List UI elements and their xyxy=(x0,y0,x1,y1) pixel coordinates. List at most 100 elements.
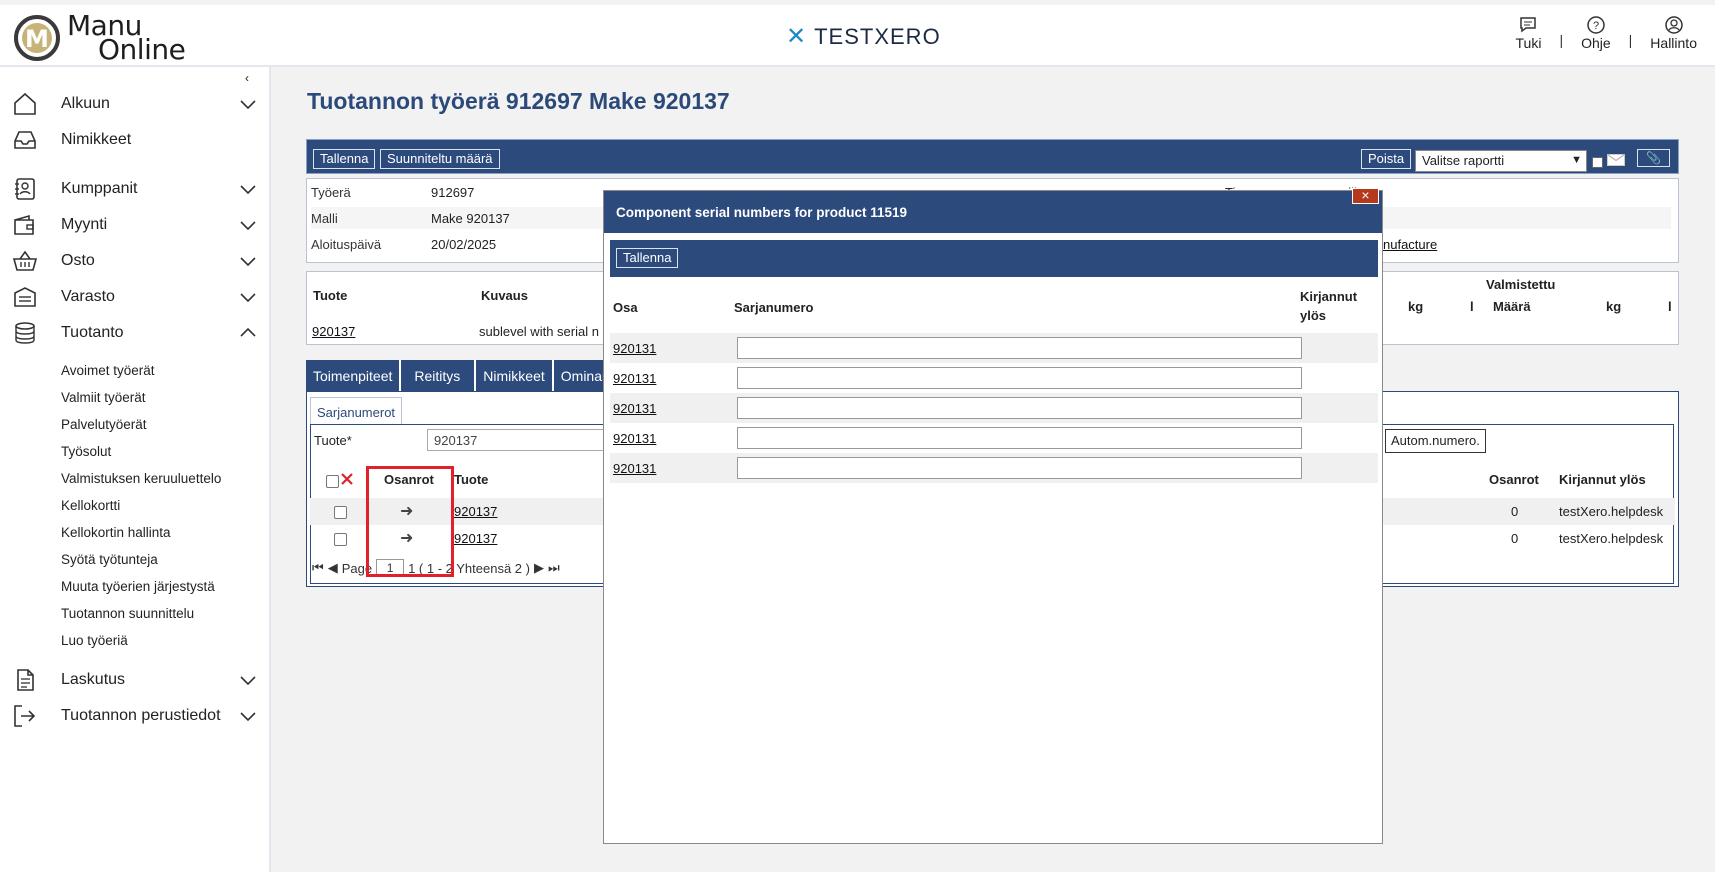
column-header: kg xyxy=(1606,299,1622,314)
product-link[interactable]: 920137 xyxy=(454,504,497,519)
top-header: M Manu Online ✕ TESTXERO Tuki | ? Ohje |… xyxy=(0,5,1715,67)
part-link[interactable]: 920131 xyxy=(613,341,656,356)
first-page-icon[interactable]: ⏮ xyxy=(312,560,324,576)
sidebar-item-varasto[interactable]: Varasto xyxy=(0,282,271,312)
sidebar-subitem[interactable]: Työsolut xyxy=(61,444,111,459)
sidebar-item-alkuun[interactable]: Alkuun xyxy=(0,89,271,119)
brand-name: TESTXERO xyxy=(814,23,941,49)
close-icon[interactable]: × xyxy=(1352,188,1379,204)
warehouse-icon xyxy=(14,287,36,307)
select-all-checkbox[interactable] xyxy=(326,475,339,488)
sidebar-item-label: Varasto xyxy=(61,288,115,305)
tab-sarjanumerot[interactable]: Sarjanumerot xyxy=(310,397,403,425)
sidebar-item-tuotanto[interactable]: Tuotanto xyxy=(0,318,271,348)
chevron-down-icon[interactable] xyxy=(238,251,258,271)
info-key: Malli xyxy=(311,211,338,226)
sidebar-item-label: Kumppanit xyxy=(61,180,138,197)
product-link[interactable]: 920137 xyxy=(312,324,355,339)
serial-number-input[interactable] xyxy=(737,337,1302,359)
chevron-up-icon[interactable] xyxy=(238,323,258,343)
save-button[interactable]: Tallenna xyxy=(313,149,376,169)
product-description: sublevel with serial n xyxy=(479,324,599,339)
part-link[interactable]: 920131 xyxy=(613,431,656,446)
chevron-down-icon[interactable] xyxy=(238,706,258,726)
clear-selection-icon[interactable] xyxy=(340,472,354,486)
admin-label: Hallinto xyxy=(1650,35,1697,51)
product-link[interactable]: 920137 xyxy=(454,531,497,546)
tab-reititys[interactable]: Reititys xyxy=(401,360,477,392)
auto-number-button[interactable]: Autom.numero. xyxy=(1385,429,1486,453)
sidebar-item-laskutus[interactable]: Laskutus xyxy=(0,665,271,695)
next-page-icon[interactable]: ▶ xyxy=(534,560,544,576)
serial-row: 920131 xyxy=(610,453,1378,483)
product-field-input[interactable]: 920137 xyxy=(427,429,607,451)
sidebar-item-kumppanit[interactable]: Kumppanit xyxy=(0,174,271,204)
work-order-toolbar: Tallenna Suunniteltu määrä Poista Valits… xyxy=(306,139,1679,174)
part-link[interactable]: 920131 xyxy=(613,371,656,386)
column-header: kg xyxy=(1408,299,1424,314)
tab-nimikkeet[interactable]: Nimikkeet xyxy=(476,360,554,392)
serial-row: 920131 xyxy=(610,363,1378,393)
mail-icon[interactable] xyxy=(1607,154,1625,166)
database-icon xyxy=(15,322,35,344)
sidebar-subitem[interactable]: Valmiit työerät xyxy=(61,390,146,405)
prev-page-icon[interactable]: ◀ xyxy=(328,560,338,576)
chevron-down-icon[interactable] xyxy=(238,670,258,690)
support-link[interactable]: Tuki xyxy=(1516,15,1541,51)
column-header: Valmistettu xyxy=(1486,277,1556,292)
serial-number-input[interactable] xyxy=(737,427,1302,449)
nav-separator: | xyxy=(1628,32,1633,48)
row-checkbox[interactable] xyxy=(334,506,347,519)
help-link[interactable]: ? Ohje xyxy=(1581,15,1611,51)
sidebar-subitem[interactable]: Kellokortti xyxy=(61,498,120,513)
dialog-save-button[interactable]: Tallenna xyxy=(616,248,679,268)
serial-number-input[interactable] xyxy=(737,457,1302,479)
wallet-icon xyxy=(14,214,34,235)
serial-number-input[interactable] xyxy=(737,397,1302,419)
admin-link[interactable]: Hallinto xyxy=(1650,15,1697,51)
serial-row: 920131 xyxy=(610,333,1378,363)
delete-button[interactable]: Poista xyxy=(1361,149,1412,169)
info-partial-link[interactable]: nufacture xyxy=(1383,237,1437,252)
sidebar-subitem[interactable]: Tuotannon suunnittelu xyxy=(61,606,194,621)
part-link[interactable]: 920131 xyxy=(613,461,656,476)
sidebar-item-osto[interactable]: Osto xyxy=(0,246,271,276)
company-brand: ✕ TESTXERO xyxy=(786,22,941,51)
report-select-value: Valitse raportti xyxy=(1422,153,1505,168)
sidebar-subitem[interactable]: Avoimet työerät xyxy=(61,363,155,378)
help-label: Ohje xyxy=(1581,35,1611,51)
sidebar-item-myynti[interactable]: Myynti xyxy=(0,210,271,240)
part-link[interactable]: 920131 xyxy=(613,401,656,416)
planned-quantity-button[interactable]: Suunniteltu määrä xyxy=(380,149,500,169)
column-header: ylös xyxy=(1300,308,1327,323)
sidebar-subitem[interactable]: Kellokortin hallinta xyxy=(61,525,171,540)
serial-number-input[interactable] xyxy=(737,367,1302,389)
column-header: Osa xyxy=(613,300,638,315)
document-icon xyxy=(17,669,34,691)
report-checkbox[interactable] xyxy=(1592,157,1603,168)
chevron-down-icon[interactable] xyxy=(238,94,258,114)
last-page-icon[interactable]: ⏭ xyxy=(548,560,560,576)
manu-online-logo[interactable]: M Manu Online xyxy=(12,9,212,66)
posted-by: testXero.helpdesk xyxy=(1559,531,1664,546)
sidebar-subitem[interactable]: Syötä työtunteja xyxy=(61,552,158,567)
user-icon xyxy=(1664,16,1683,34)
sidebar-item-tuotannon-perustiedot[interactable]: Tuotannon perustiedot xyxy=(0,701,271,731)
chevron-down-icon[interactable] xyxy=(238,215,258,235)
report-select[interactable]: Valitse raportti ▼ xyxy=(1415,150,1587,172)
sidebar-item-nimikkeet[interactable]: Nimikkeet xyxy=(0,125,271,155)
sidebar-subitem[interactable]: Valmistuksen keruuluettelo xyxy=(61,471,221,486)
chevron-down-icon[interactable] xyxy=(238,287,258,307)
chevron-down-icon[interactable] xyxy=(238,179,258,199)
sidebar-subitem[interactable]: Luo työeriä xyxy=(61,633,128,648)
sidebar-item-label: Laskutus xyxy=(61,671,126,688)
exit-icon xyxy=(14,705,36,727)
sidebar-subitem[interactable]: Palvelutyöerät xyxy=(61,417,147,432)
row-checkbox[interactable] xyxy=(334,533,347,546)
sidebar-subitem[interactable]: Muuta työerien järjestystä xyxy=(61,579,215,594)
collapse-sidebar-icon[interactable]: ‹ xyxy=(245,71,249,85)
basket-icon xyxy=(12,250,38,271)
attachment-button[interactable]: 📎 xyxy=(1637,149,1670,167)
tab-toimenpiteet[interactable]: Toimenpiteet xyxy=(306,360,402,392)
page-title: Tuotannon työerä 912697 Make 920137 xyxy=(307,88,730,114)
